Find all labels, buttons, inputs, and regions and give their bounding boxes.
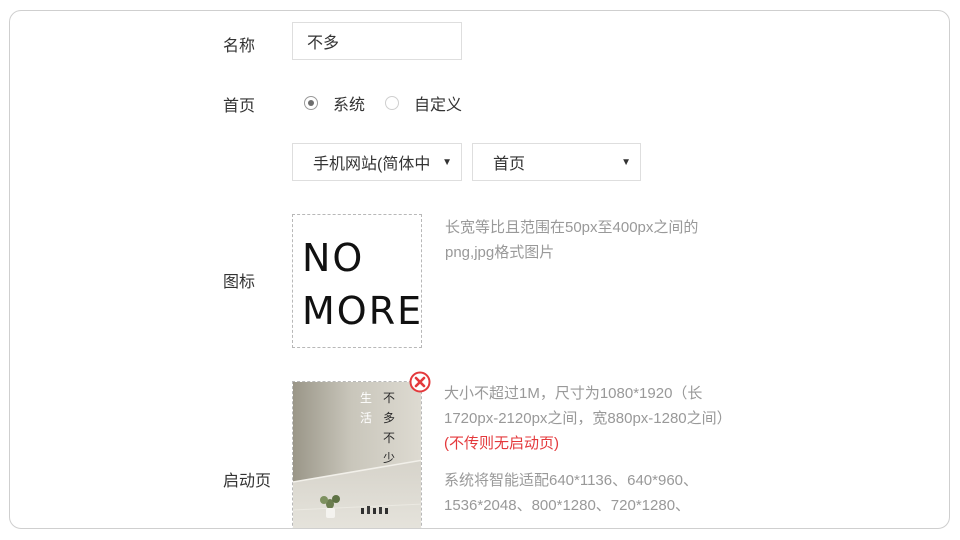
page-select-value: 首页 <box>493 156 526 173</box>
name-input[interactable] <box>292 22 462 60</box>
launch-text-5: 不 <box>383 431 395 445</box>
name-label: 名称 <box>223 38 256 55</box>
settings-panel: 名称 首页 系统 自定义 手机网站(简体中 ▼ 首页 ▼ 图标 NO MORE … <box>9 10 950 529</box>
remove-image-icon[interactable] <box>409 371 431 393</box>
home-radio-group: 系统 自定义 <box>304 91 462 115</box>
triangle-down-icon: ▼ <box>442 157 452 168</box>
radio-checked-icon <box>304 96 318 110</box>
icon-hint: 长宽等比且范围在50px至400px之间的png,jpg格式图片 <box>445 219 699 261</box>
site-select-value: 手机网站(简体中 <box>313 156 431 173</box>
launch-text-4: 多 <box>383 411 395 425</box>
site-select[interactable]: 手机网站(简体中 ▼ <box>292 143 462 181</box>
icon-upload-box[interactable]: NO MORE <box>292 214 422 348</box>
radio-custom[interactable]: 自定义 <box>385 91 462 115</box>
radio-system-label: 系统 <box>333 97 366 114</box>
logo-text-line-2: MORE <box>302 289 424 333</box>
radio-system[interactable]: 系统 <box>304 91 365 115</box>
launch-text-2: 活 <box>360 411 372 425</box>
launch-hint-warning: (不传则无启动页) <box>444 435 559 452</box>
launch-upload-box[interactable]: 生 活 不 多 不 少 <box>292 381 422 528</box>
page-select[interactable]: 首页 ▼ <box>472 143 641 181</box>
radio-custom-label: 自定义 <box>414 97 463 114</box>
launch-hint-main: 大小不超过1M，尺寸为1080*1920（长1720px-2120px之间，宽8… <box>444 385 732 427</box>
launch-hint-2: 系统将智能适配640*1136、640*960、1536*2048、800*12… <box>444 472 699 514</box>
logo-text-line-1: NO <box>302 236 365 280</box>
icon-label: 图标 <box>223 274 256 291</box>
home-label: 首页 <box>223 98 256 115</box>
launch-hint: 大小不超过1M，尺寸为1080*1920（长1720px-2120px之间，宽8… <box>444 381 744 456</box>
radio-unchecked-icon <box>385 96 400 110</box>
launch-text-6: 少 <box>383 451 395 465</box>
launch-text-3: 不 <box>383 391 395 405</box>
launch-image: 生 活 不 多 不 少 <box>293 382 421 528</box>
launch-label: 启动页 <box>223 473 272 490</box>
launch-text-1: 生 <box>360 391 372 405</box>
triangle-down-icon: ▼ <box>621 157 631 168</box>
